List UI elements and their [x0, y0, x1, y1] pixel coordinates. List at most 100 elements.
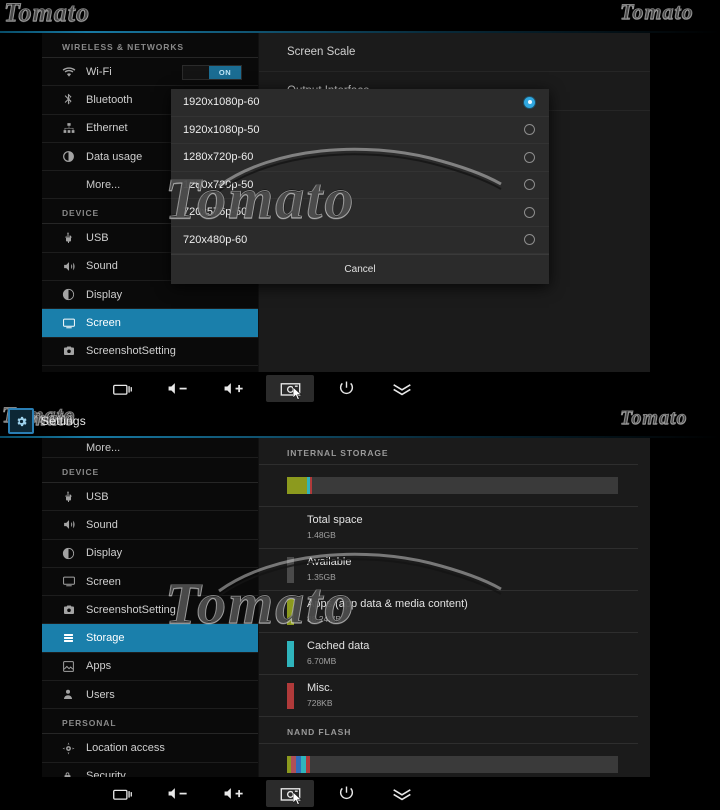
volume-up-icon: [223, 786, 245, 801]
resolution-dialog: 1920x1080p-60 1920x1080p-50 1280x720p-60…: [171, 89, 549, 284]
radio-button-selected[interactable]: [524, 96, 535, 108]
sidebar-item-more[interactable]: More...: [42, 438, 258, 458]
sidebar-item-location-access[interactable]: Location access: [42, 734, 258, 763]
sidebar-item-storage[interactable]: Storage: [42, 624, 258, 653]
settings-gear-icon: [8, 408, 34, 434]
wifi-toggle-knob: ON: [209, 66, 241, 79]
recent-apps-button[interactable]: [98, 375, 146, 402]
volume-down-button[interactable]: [154, 780, 202, 807]
app-header: Settings: [8, 408, 86, 434]
dialog-option-1[interactable]: 1920x1080p-50: [171, 117, 549, 144]
storage-item-cached-data[interactable]: Cached data 6.70MB: [259, 633, 638, 675]
recent-apps-button[interactable]: [98, 780, 146, 807]
wifi-toggle-label: ON: [218, 68, 232, 77]
sidebar-item-display[interactable]: Display: [42, 281, 258, 310]
screenshot-button[interactable]: [266, 375, 314, 402]
sidebar-item-label: Users: [86, 688, 115, 701]
storage-item-size: 88.24MB: [307, 614, 342, 624]
dialog-option-0[interactable]: 1920x1080p-60: [171, 89, 549, 117]
power-button[interactable]: [322, 780, 370, 807]
sidebar-item-label: Screen: [86, 575, 121, 588]
mouse-cursor-icon: [293, 387, 303, 401]
navigation-bar-bottom: [0, 777, 720, 810]
radio-button[interactable]: [524, 179, 535, 191]
dialog-cancel-button[interactable]: Cancel: [171, 254, 549, 284]
hide-bar-button[interactable]: [378, 375, 426, 402]
section-header-personal: PERSONAL: [42, 709, 258, 735]
app-title: Settings: [41, 414, 86, 428]
hide-bar-button[interactable]: [378, 780, 426, 807]
wifi-icon: [62, 65, 82, 79]
swatch-misc: [287, 682, 294, 709]
sidebar-item-label: More...: [86, 178, 121, 191]
sidebar-item-screenshotsetting[interactable]: ScreenshotSetting: [42, 338, 258, 366]
storage-item-apps[interactable]: Apps (app data & media content) 88.24MB: [259, 591, 638, 633]
sidebar-item-sound[interactable]: Sound: [42, 511, 258, 540]
sidebar-item-label: USB: [86, 490, 109, 503]
sidebar-item-label: ScreenshotSetting: [86, 603, 176, 616]
settings-sidebar-bottom: More... DEVICE USB Sound Display Screen …: [42, 438, 259, 796]
storage-item-label: Total space: [307, 514, 363, 526]
swatch-cached: [287, 640, 294, 667]
dialog-cancel-label: Cancel: [344, 264, 376, 275]
content-row-screen-scale[interactable]: Screen Scale: [259, 33, 650, 72]
storage-item-size: 6.70MB: [307, 656, 337, 666]
sidebar-item-label: Display: [86, 288, 123, 301]
dialog-option-3[interactable]: 1280x720p-50: [171, 172, 549, 199]
sidebar-item-apps[interactable]: Apps: [42, 653, 258, 682]
sidebar-item-label: Storage: [86, 632, 125, 645]
storage-heading-internal: INTERNAL STORAGE: [259, 438, 638, 465]
storage-item-misc[interactable]: Misc. 728KB: [259, 675, 638, 717]
ethernet-icon: [62, 122, 82, 135]
sound-icon: [62, 260, 82, 273]
radio-button[interactable]: [524, 151, 535, 163]
storage-heading-nand: NAND FLASH: [259, 717, 638, 744]
storage-settings-panel: Settings More... DEVICE USB Sound Displa…: [0, 405, 720, 810]
dialog-option-label: 720x576p-50: [183, 206, 248, 219]
screenshot-button[interactable]: [266, 780, 314, 807]
volume-down-icon: [167, 786, 189, 801]
sidebar-item-label: Screen: [86, 317, 121, 330]
users-icon: [62, 688, 82, 701]
dialog-option-4[interactable]: 720x576p-50: [171, 199, 549, 227]
sidebar-item-screen[interactable]: Screen: [42, 568, 258, 597]
sidebar-item-label: Location access: [86, 742, 165, 755]
sidebar-item-usb[interactable]: USB: [42, 483, 258, 512]
radio-button[interactable]: [524, 124, 535, 136]
volume-up-icon: [223, 381, 245, 396]
sidebar-item-users[interactable]: Users: [42, 681, 258, 710]
power-button[interactable]: [322, 375, 370, 402]
volume-down-button[interactable]: [154, 375, 202, 402]
sidebar-item-label: USB: [86, 232, 109, 245]
sidebar-item-wifi[interactable]: Wi-Fi ON: [42, 58, 258, 87]
nand-flash-bar: [287, 756, 618, 773]
volume-up-button[interactable]: [210, 375, 258, 402]
radio-button[interactable]: [524, 234, 535, 246]
storage-icon: [62, 632, 82, 644]
wifi-toggle[interactable]: ON: [182, 65, 242, 80]
sidebar-item-label: Apps: [86, 660, 112, 673]
internal-storage-bar: [287, 477, 618, 494]
sidebar-item-label: Data usage: [86, 150, 143, 163]
section-header-device: DEVICE: [42, 458, 258, 483]
storage-item-label: Misc.: [307, 682, 333, 694]
usb-icon: [62, 231, 82, 245]
swatch-available: [287, 556, 294, 583]
screen-icon: [62, 575, 82, 588]
dialog-option-label: 1920x1080p-50: [183, 123, 260, 136]
sidebar-item-screen[interactable]: Screen: [42, 309, 258, 338]
sidebar-item-screenshotsetting[interactable]: ScreenshotSetting: [42, 596, 258, 625]
swatch-apps: [287, 598, 294, 625]
sound-icon: [62, 518, 82, 531]
dialog-option-5[interactable]: 720x480p-60: [171, 227, 549, 254]
volume-up-button[interactable]: [210, 780, 258, 807]
sidebar-item-display[interactable]: Display: [42, 540, 258, 568]
top-panel-body: WIRELESS & NETWORKS Wi-Fi ON Bluetooth E…: [0, 33, 720, 405]
dialog-option-label: 1280x720p-50: [183, 178, 254, 191]
chevron-double-down-icon: [392, 382, 412, 396]
sidebar-item-label: Wi-Fi: [86, 65, 112, 78]
radio-button[interactable]: [524, 206, 535, 218]
dialog-option-2[interactable]: 1280x720p-60: [171, 144, 549, 172]
screen-icon: [62, 317, 82, 330]
storage-item-total: Total space 1.48GB: [259, 507, 638, 549]
